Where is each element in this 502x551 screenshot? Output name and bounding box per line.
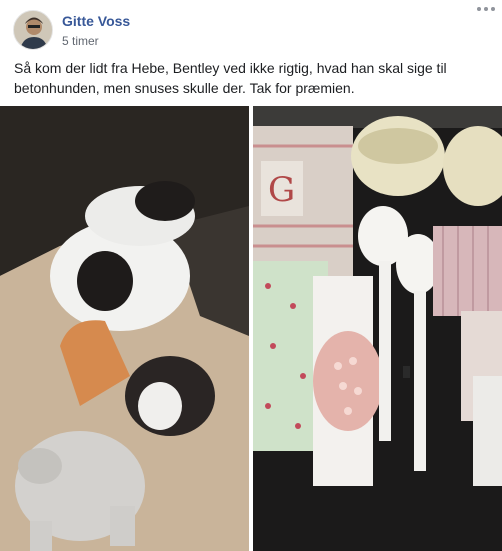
author-name-link[interactable]: Gitte Voss: [62, 13, 130, 29]
post-timestamp[interactable]: 5 timer: [62, 34, 99, 48]
post-text: Så kom der lidt fra Hebe, Bentley ved ik…: [14, 60, 447, 96]
prize-items-photo[interactable]: G: [253, 106, 502, 551]
more-options-icon[interactable]: [474, 2, 498, 16]
facebook-post: Gitte Voss 5 timer Så kom der lidt fra H…: [0, 0, 502, 551]
photo-grid: G: [0, 106, 502, 551]
author-avatar[interactable]: [13, 10, 53, 50]
avatar-image: [14, 11, 52, 49]
dog-with-concrete-dog-photo[interactable]: [0, 106, 249, 551]
svg-text:G: G: [268, 170, 295, 210]
